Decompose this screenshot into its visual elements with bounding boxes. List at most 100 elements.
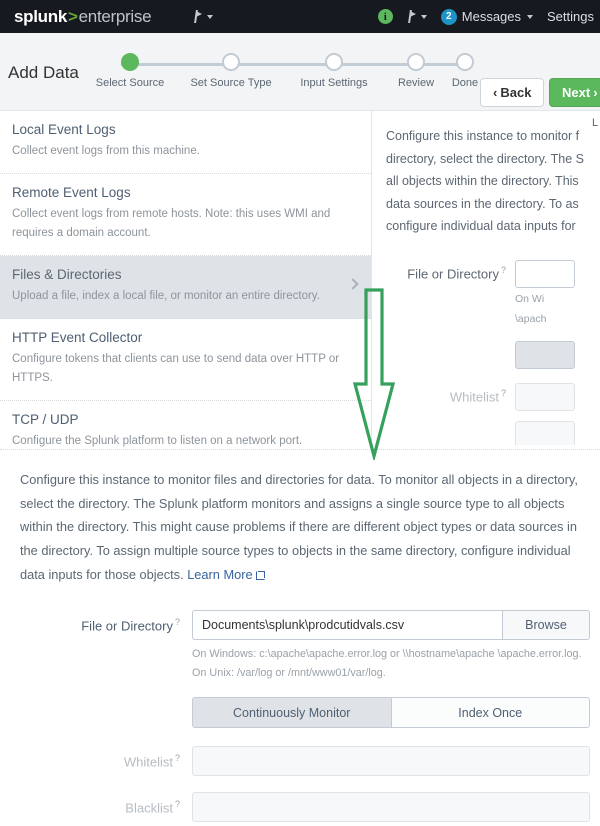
- source-item-http-event-collector[interactable]: HTTP Event Collector Configure tokens th…: [0, 319, 371, 401]
- top-navigation-bar: splunk > enterprise i 2 Messages Settings: [0, 0, 600, 33]
- back-button-label: Back: [500, 85, 532, 100]
- external-link-icon: [255, 570, 265, 580]
- source-item-description: Collect event logs from this machine.: [12, 145, 200, 157]
- app-menu-dropdown[interactable]: [193, 10, 214, 23]
- source-item-description: Configure the Splunk platform to listen …: [12, 434, 303, 447]
- detail-paragraph-line: directory, select the directory. The S: [386, 151, 584, 166]
- file-path-hint: On Windows: c:\apache\apache.error.log o…: [192, 648, 582, 680]
- blacklist-control: [192, 792, 600, 823]
- detail-paragraph-line: Configure this instance to monitor f: [386, 129, 580, 143]
- info-icon[interactable]: i: [377, 9, 393, 24]
- next-button[interactable]: Next ›: [549, 78, 600, 107]
- back-button[interactable]: ‹ Back: [480, 78, 545, 107]
- step-dot-done[interactable]: [456, 53, 474, 71]
- whitelist-field-row: Whitelist?: [0, 746, 600, 777]
- settings-menu[interactable]: Settings: [547, 9, 594, 24]
- file-or-directory-input[interactable]: [515, 259, 575, 288]
- monitor-mode-toggle[interactable]: [515, 341, 575, 370]
- monitor-settings-form: File or Directory? Browse On Windows: c:…: [0, 610, 600, 823]
- source-item-title: Remote Event Logs: [12, 184, 131, 200]
- files-and-directories-detail-panel: Configure this instance to monitor files…: [0, 449, 600, 826]
- source-item-title: HTTP Event Collector: [12, 329, 143, 345]
- flag-dropdown-icon: [407, 10, 418, 23]
- detail-paragraph-line: data sources in the directory. To as: [386, 196, 579, 211]
- source-item-remote-event-logs[interactable]: Remote Event Logs Collect event logs fro…: [0, 174, 371, 256]
- step-label-select-source: Select Source: [95, 77, 165, 89]
- detail-description: Configure this instance to monitor files…: [0, 450, 600, 586]
- step-dot-review[interactable]: [407, 53, 425, 71]
- detail-paragraph-line: all objects within the directory. This: [386, 174, 579, 188]
- whitelist-input[interactable]: [192, 746, 590, 777]
- activity-dropdown[interactable]: [407, 10, 427, 23]
- browse-button[interactable]: Browse: [502, 610, 590, 641]
- chevron-down-icon: [420, 14, 427, 19]
- whitelist-control: [515, 383, 575, 445]
- help-icon[interactable]: ?: [501, 388, 506, 398]
- chevron-left-icon: ‹: [493, 85, 498, 100]
- learn-more-label: Learn More: [187, 566, 253, 582]
- file-hint-line: On Wi: [515, 292, 545, 305]
- source-item-description: Upload a file, index a local file, or mo…: [12, 289, 320, 302]
- whitelist-row: Whitelist?: [386, 383, 600, 445]
- blacklist-field-row: Blacklist?: [0, 792, 600, 823]
- source-item-title: Files & Directories: [12, 266, 122, 282]
- monitor-mode-segmented-control: Continuously Monitor Index Once: [192, 697, 590, 729]
- file-input-group: Browse: [192, 610, 590, 641]
- chevron-right-icon: ›: [593, 85, 598, 100]
- file-or-directory-label: File or Directory?: [0, 610, 180, 633]
- blacklist-input[interactable]: [515, 421, 575, 445]
- logo-separator: >: [68, 6, 78, 26]
- source-item-local-event-logs[interactable]: Local Event Logs Collect event logs from…: [0, 111, 371, 174]
- file-or-directory-field-row: File or Directory? Browse On Windows: c:…: [0, 610, 600, 742]
- select-source-split-view: Local Event Logs Collect event logs from…: [0, 111, 600, 464]
- file-or-directory-label-text: File or Directory: [81, 618, 173, 634]
- step-label-set-source-type: Set Source Type: [190, 77, 272, 89]
- step-dot-input-settings[interactable]: [325, 53, 343, 71]
- file-or-directory-input[interactable]: [192, 610, 502, 641]
- stepper-track: [104, 53, 474, 75]
- add-data-wizard-header: Add Data Select Source Set Source Type I…: [0, 33, 600, 129]
- messages-count-badge: 2: [440, 8, 457, 25]
- detail-paragraph-line: configure individual data inputs for: [386, 219, 576, 233]
- monitor-mode-toggle-group: Continuously Monitor Index Once: [192, 697, 590, 729]
- detail-description-text: Configure this instance to monitor files…: [20, 472, 578, 582]
- whitelist-label: Whitelist?: [386, 383, 506, 404]
- blacklist-input[interactable]: [192, 792, 590, 823]
- file-or-directory-control: On Wi \apach: [515, 259, 575, 370]
- file-or-directory-control: Browse On Windows: c:\apache\apache.erro…: [192, 610, 600, 742]
- continuously-monitor-option[interactable]: Continuously Monitor: [193, 698, 392, 728]
- help-icon[interactable]: ?: [175, 753, 180, 763]
- whitelist-control: [192, 746, 600, 777]
- splunk-logo[interactable]: splunk > enterprise: [14, 6, 152, 27]
- next-button-label: Next: [562, 85, 591, 100]
- flag-dropdown-icon: [193, 10, 204, 23]
- source-type-list: Local Event Logs Collect event logs from…: [0, 111, 372, 464]
- whitelist-input[interactable]: [515, 383, 575, 412]
- source-detail-pane-clipped: Configure this instance to monitor f dir…: [372, 111, 600, 445]
- nav-right-group: i 2 Messages Settings: [377, 8, 600, 25]
- step-dot-set-source-type[interactable]: [222, 53, 240, 71]
- logo-word-splunk: splunk: [14, 6, 67, 26]
- learn-more-link[interactable]: Learn More: [187, 567, 252, 582]
- source-item-title: Local Event Logs: [12, 122, 116, 137]
- source-detail-form-clipped: File or Directory? On Wi \apach Whitelis…: [386, 259, 600, 445]
- messages-menu[interactable]: 2 Messages: [440, 8, 534, 25]
- step-dot-select-source[interactable]: [121, 53, 139, 71]
- source-item-files-and-directories[interactable]: Files & Directories Upload a file, index…: [0, 255, 371, 319]
- file-hint-line: \apach: [515, 313, 547, 326]
- blacklist-label-text: Blacklist: [125, 800, 173, 816]
- index-once-option[interactable]: Index Once: [391, 698, 589, 728]
- help-icon[interactable]: ?: [175, 617, 180, 627]
- help-icon[interactable]: ?: [501, 265, 506, 275]
- help-icon[interactable]: ?: [175, 799, 180, 809]
- whitelist-label-text: Whitelist: [449, 389, 499, 405]
- messages-label: Messages: [461, 9, 522, 24]
- source-item-title: TCP / UDP: [12, 411, 79, 427]
- blacklist-label: Blacklist?: [0, 792, 180, 815]
- file-or-directory-label: File or Directory?: [386, 260, 506, 281]
- whitelist-label: Whitelist?: [0, 746, 180, 769]
- source-detail-paragraph: Configure this instance to monitor f dir…: [386, 125, 600, 238]
- page-title: Add Data: [8, 63, 79, 82]
- step-label-input-settings: Input Settings: [300, 77, 368, 89]
- step-label-review: Review: [397, 77, 435, 89]
